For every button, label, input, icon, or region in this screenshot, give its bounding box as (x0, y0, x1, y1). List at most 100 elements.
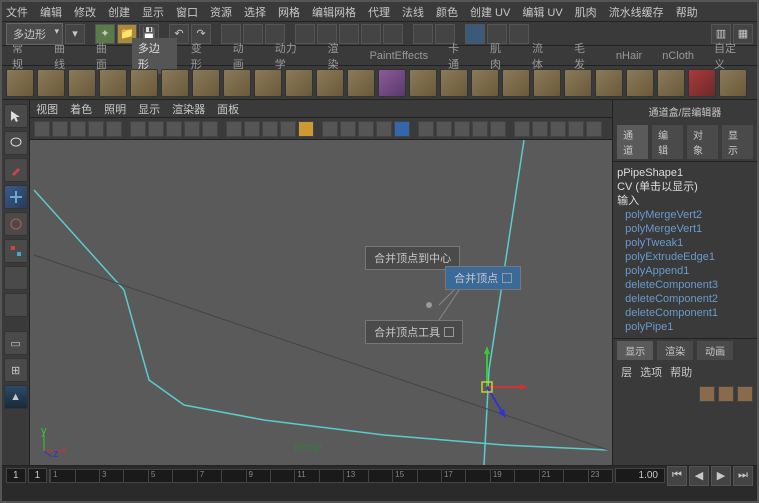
paint-tool[interactable] (4, 158, 28, 182)
channel-tab[interactable]: 显示 (722, 125, 753, 159)
shelf-button[interactable] (223, 69, 251, 97)
layer-tab[interactable]: 渲染 (657, 341, 693, 360)
panel-tool-icon[interactable] (394, 121, 410, 137)
shelf-button[interactable] (471, 69, 499, 97)
layer-tab[interactable]: 动画 (697, 341, 733, 360)
node-name[interactable]: pPipeShape1 (617, 166, 753, 180)
panel-tool-icon[interactable] (436, 121, 452, 137)
layer-sub-item[interactable]: 帮助 (670, 364, 692, 380)
shelf-tab[interactable]: nCloth (656, 48, 700, 64)
panel-tool-icon[interactable] (106, 121, 122, 137)
panel-menu-item[interactable]: 显示 (138, 101, 160, 117)
shelf-button[interactable] (719, 69, 747, 97)
panel-tool-icon[interactable] (280, 121, 296, 137)
play-end-icon[interactable]: ⏭ (733, 466, 753, 486)
layer-add-icon[interactable] (718, 386, 734, 402)
shelf-button[interactable] (533, 69, 561, 97)
menu-文件[interactable]: 文件 (6, 4, 28, 20)
current-frame[interactable]: 1.00 (615, 468, 665, 483)
shelf-button[interactable] (130, 69, 158, 97)
shelf-button[interactable] (68, 69, 96, 97)
menu-网格[interactable]: 网格 (278, 4, 300, 20)
manip-tool[interactable] (4, 266, 28, 290)
shelf-button[interactable] (409, 69, 437, 97)
history-icon[interactable] (413, 24, 433, 44)
shelf-button[interactable] (626, 69, 654, 97)
panel-tool-icon[interactable] (88, 121, 104, 137)
layer-tab[interactable]: 显示 (617, 341, 653, 360)
history-item[interactable]: polyPipe1 (617, 320, 753, 334)
panel-tool-icon[interactable] (490, 121, 506, 137)
menu-颜色[interactable]: 颜色 (436, 4, 458, 20)
panel-tool-icon[interactable] (550, 121, 566, 137)
panel-menu-item[interactable]: 渲染器 (172, 101, 205, 117)
menu-编辑[interactable]: 编辑 (40, 4, 62, 20)
shelf-button[interactable] (99, 69, 127, 97)
history-item[interactable]: polyMergeVert2 (617, 208, 753, 222)
move-tool[interactable] (4, 185, 28, 209)
shelf-button[interactable] (254, 69, 282, 97)
menu-编辑 UV[interactable]: 编辑 UV (522, 4, 562, 20)
panel-tool-icon[interactable] (70, 121, 86, 137)
panel-tool-icon[interactable] (418, 121, 434, 137)
history-item[interactable]: polyTweak1 (617, 236, 753, 250)
rotate-tool[interactable] (4, 212, 28, 236)
panel-tool-icon[interactable] (568, 121, 584, 137)
shelf-button[interactable] (347, 69, 375, 97)
panel-tool-icon[interactable] (532, 121, 548, 137)
panel-tool-icon[interactable] (166, 121, 182, 137)
history-item[interactable]: deleteComponent1 (617, 306, 753, 320)
panel-tool-icon[interactable] (514, 121, 530, 137)
marking-menu-bottom[interactable]: 合并顶点工具 (365, 320, 463, 344)
persp-view-icon[interactable]: ▲ (4, 385, 28, 409)
shelf-button[interactable] (161, 69, 189, 97)
channel-tab[interactable]: 对象 (687, 125, 718, 159)
shelf-button[interactable] (595, 69, 623, 97)
shelf-button[interactable] (440, 69, 468, 97)
shelf-button[interactable] (564, 69, 592, 97)
panel-tool-icon[interactable] (262, 121, 278, 137)
shelf-tab[interactable]: nHair (610, 48, 648, 64)
menu-修改[interactable]: 修改 (74, 4, 96, 20)
panel-tool-icon[interactable] (184, 121, 200, 137)
snap-live-icon[interactable] (383, 24, 403, 44)
cv-toggle[interactable]: CV (单击以显示) (617, 180, 753, 194)
shelf-button[interactable] (37, 69, 65, 97)
shelf-button[interactable] (378, 69, 406, 97)
play-fwd-icon[interactable]: ▶ (711, 466, 731, 486)
menu-流水线缓存[interactable]: 流水线缓存 (609, 4, 664, 20)
panel-menu-item[interactable]: 视图 (36, 101, 58, 117)
shelf-button[interactable] (502, 69, 530, 97)
history-item[interactable]: deleteComponent2 (617, 292, 753, 306)
layer-sub-item[interactable]: 层 (621, 364, 632, 380)
shelf-button[interactable] (688, 69, 716, 97)
history-item[interactable]: polyAppend1 (617, 264, 753, 278)
panel-menu-item[interactable]: 照明 (104, 101, 126, 117)
shelf-button[interactable] (285, 69, 313, 97)
panel-tool-icon[interactable] (586, 121, 602, 137)
panel-tool-icon[interactable] (322, 121, 338, 137)
menu-选择[interactable]: 选择 (244, 4, 266, 20)
shelf-button[interactable] (657, 69, 685, 97)
menu-编辑网格[interactable]: 编辑网格 (312, 4, 356, 20)
panel-tool-icon[interactable] (130, 121, 146, 137)
range-start[interactable]: 1 (28, 468, 48, 483)
channel-tab[interactable]: 编辑 (652, 125, 683, 159)
panel-tool-icon[interactable] (454, 121, 470, 137)
panel-tool-icon[interactable] (34, 121, 50, 137)
panel-tool-icon[interactable] (202, 121, 218, 137)
history-item[interactable]: deleteComponent3 (617, 278, 753, 292)
time-slider[interactable]: 1 1 1357911131517192123 1.00 ⏮ ◀ ▶ ⏭ (2, 465, 757, 485)
panel-menu-item[interactable]: 面板 (217, 101, 239, 117)
panel-tool-icon[interactable] (52, 121, 68, 137)
play-back-icon[interactable]: ◀ (689, 466, 709, 486)
panel-tool-icon[interactable] (472, 121, 488, 137)
layer-sub-item[interactable]: 选项 (640, 364, 662, 380)
start-frame[interactable]: 1 (6, 468, 26, 483)
menu-创建 UV[interactable]: 创建 UV (470, 4, 510, 20)
scale-tool[interactable] (4, 239, 28, 263)
menu-帮助[interactable]: 帮助 (676, 4, 698, 20)
single-view-icon[interactable]: ▭ (4, 331, 28, 355)
time-track[interactable]: 1357911131517192123 (49, 469, 613, 483)
marking-menu-right[interactable]: 合并顶点 (445, 266, 521, 290)
